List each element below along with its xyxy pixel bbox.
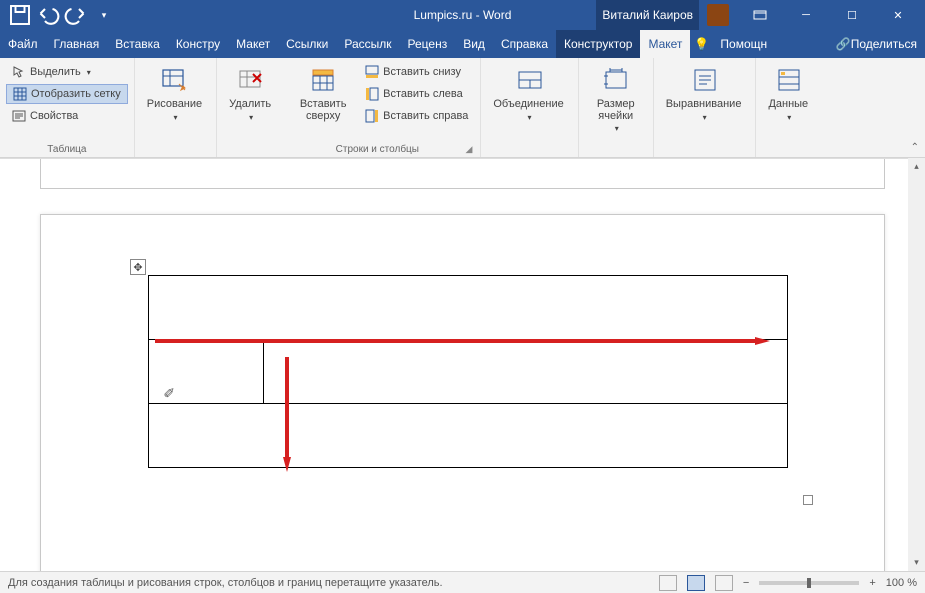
grid-icon xyxy=(13,87,27,101)
print-layout-icon[interactable] xyxy=(687,575,705,591)
redo-icon[interactable] xyxy=(64,3,88,27)
table-row xyxy=(149,340,788,404)
tab-home[interactable]: Главная xyxy=(46,30,108,58)
insert-left-icon xyxy=(365,87,379,101)
close-button[interactable]: ✕ xyxy=(875,0,921,30)
tab-layout[interactable]: Макет xyxy=(228,30,278,58)
view-gridlines-button[interactable]: Отобразить сетку xyxy=(6,84,128,104)
group-table: Выделить▾ Отобразить сетку Свойства Табл… xyxy=(0,58,135,157)
status-message: Для создания таблицы и рисования строк, … xyxy=(8,577,443,589)
user-avatar[interactable] xyxy=(707,4,729,26)
tab-review[interactable]: Реценз xyxy=(400,30,456,58)
ribbon: Выделить▾ Отобразить сетку Свойства Табл… xyxy=(0,58,925,158)
zoom-in-button[interactable]: + xyxy=(869,577,875,589)
delete-button[interactable]: Удалить▾ xyxy=(223,62,279,126)
tab-file[interactable]: Файл xyxy=(0,30,46,58)
title-bar: ▾ Lumpics.ru - Word Виталий Каиров ─ ☐ ✕ xyxy=(0,0,925,30)
table-row xyxy=(149,276,788,340)
tab-table-design[interactable]: Конструктор xyxy=(556,30,640,58)
cell-size-icon xyxy=(600,64,632,96)
qat-customize-icon[interactable]: ▾ xyxy=(92,3,116,27)
tab-view[interactable]: Вид xyxy=(455,30,493,58)
scroll-up-icon[interactable]: ▴ xyxy=(908,158,925,175)
merge-icon xyxy=(514,64,546,96)
properties-button[interactable]: Свойства xyxy=(6,106,128,126)
tab-insert[interactable]: Вставка xyxy=(107,30,168,58)
vertical-scrollbar[interactable]: ▴ ▾ xyxy=(908,158,925,571)
tab-share[interactable]: 🔗 Поделиться xyxy=(828,30,925,58)
group-draw: Рисование▾ xyxy=(135,58,217,157)
quick-access-toolbar: ▾ xyxy=(0,3,124,27)
cursor-icon xyxy=(12,65,26,79)
ribbon-options: ─ ☐ ✕ xyxy=(737,0,921,30)
insert-above-button[interactable]: Вставить сверху xyxy=(291,62,355,142)
annotation-arrow-vertical xyxy=(283,357,291,472)
insert-below-icon xyxy=(365,65,379,79)
maximize-button[interactable]: ☐ xyxy=(829,0,875,30)
zoom-out-button[interactable]: − xyxy=(743,577,749,589)
document-table[interactable] xyxy=(148,275,788,468)
zoom-slider[interactable] xyxy=(759,581,859,585)
group-rows-columns: Вставить сверху Вставить снизу Вставить … xyxy=(285,58,481,157)
table-move-handle-icon[interactable]: ✥ xyxy=(130,259,146,275)
insert-below-button[interactable]: Вставить снизу xyxy=(359,62,474,82)
dialog-launcher-icon[interactable]: ◢ xyxy=(463,144,474,155)
page-fragment xyxy=(40,159,885,189)
lightbulb-icon[interactable]: 💡 xyxy=(690,30,712,58)
collapse-ribbon-icon[interactable]: ⌃ xyxy=(911,142,919,153)
draw-button[interactable]: Рисование▾ xyxy=(141,62,210,126)
insert-right-icon xyxy=(365,109,379,123)
table-resize-handle[interactable] xyxy=(803,495,813,505)
scroll-down-icon[interactable]: ▾ xyxy=(908,554,925,571)
pencil-cursor-icon: ✎ xyxy=(161,387,178,399)
undo-icon[interactable] xyxy=(36,3,60,27)
ribbon-tabs: Файл Главная Вставка Констру Макет Ссылк… xyxy=(0,30,925,58)
merge-button[interactable]: Объединение▾ xyxy=(487,62,571,126)
annotation-arrow-horizontal xyxy=(155,337,770,345)
table-cell[interactable] xyxy=(264,340,788,404)
status-bar: Для создания таблицы и рисования строк, … xyxy=(0,571,925,593)
document-area[interactable]: ✥ ✎ xyxy=(0,158,908,571)
insert-left-button[interactable]: Вставить слева xyxy=(359,84,474,104)
table-cell[interactable] xyxy=(149,404,788,468)
insert-right-button[interactable]: Вставить справа xyxy=(359,106,474,126)
web-layout-icon[interactable] xyxy=(715,575,733,591)
cell-size-button[interactable]: Размер ячейки▾ xyxy=(585,62,647,137)
table-cell[interactable] xyxy=(149,276,788,340)
alignment-button[interactable]: Выравнивание▾ xyxy=(660,62,750,126)
tab-table-layout[interactable]: Макет xyxy=(640,30,690,58)
tab-mailings[interactable]: Рассылк xyxy=(336,30,399,58)
insert-above-icon xyxy=(307,64,339,96)
tab-design[interactable]: Констру xyxy=(168,30,228,58)
tab-help[interactable]: Справка xyxy=(493,30,556,58)
document-title: Lumpics.ru - Word xyxy=(414,8,512,22)
select-button[interactable]: Выделить▾ xyxy=(6,62,128,82)
data-button[interactable]: Данные▾ xyxy=(762,62,816,126)
draw-table-icon xyxy=(159,64,191,96)
minimize-button[interactable]: ─ xyxy=(783,0,829,30)
read-mode-icon[interactable] xyxy=(659,575,677,591)
data-icon xyxy=(773,64,805,96)
autosave-icon[interactable] xyxy=(8,3,32,27)
tab-assist[interactable]: Помощн xyxy=(712,30,775,58)
alignment-icon xyxy=(689,64,721,96)
delete-icon xyxy=(235,64,267,96)
ribbon-display-icon[interactable] xyxy=(737,0,783,30)
table-row xyxy=(149,404,788,468)
zoom-level[interactable]: 100 % xyxy=(886,577,917,589)
user-name[interactable]: Виталий Каиров xyxy=(596,0,699,30)
properties-icon xyxy=(12,109,26,123)
tab-references[interactable]: Ссылки xyxy=(278,30,336,58)
